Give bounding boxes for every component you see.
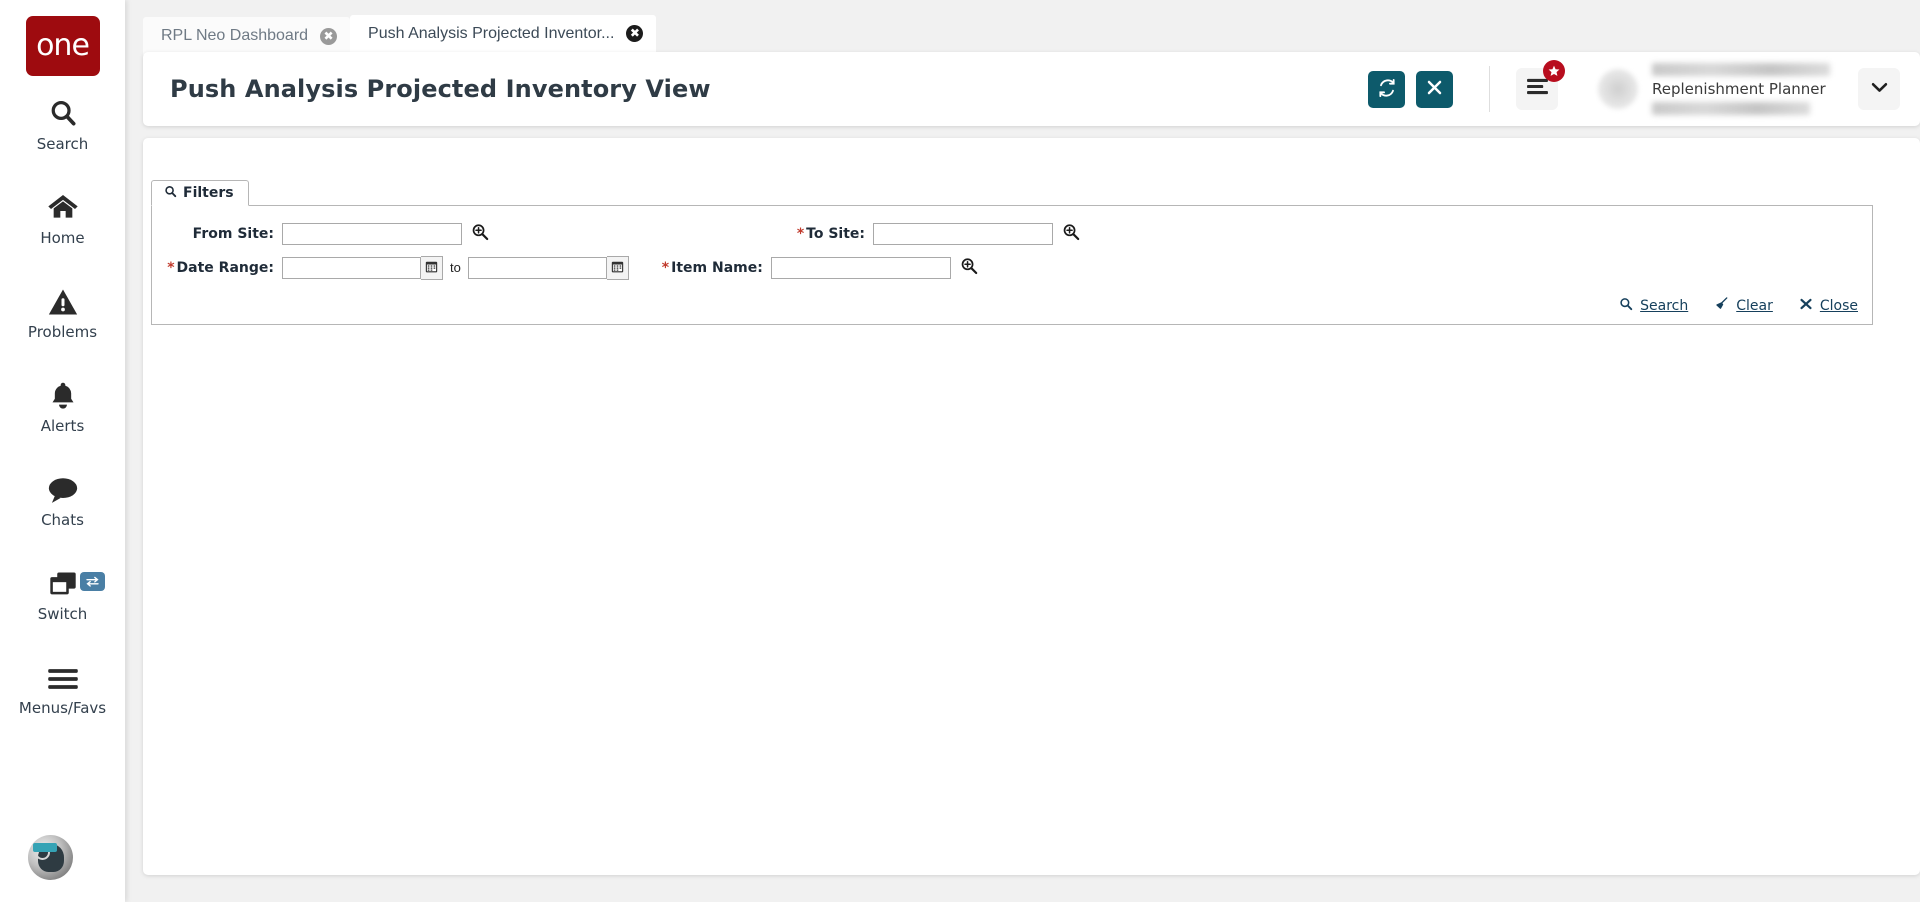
bell-icon xyxy=(49,376,77,410)
brand-logo[interactable]: one xyxy=(25,16,100,76)
x-icon xyxy=(1426,79,1443,99)
windows-stack-icon xyxy=(48,564,78,598)
refresh-icon xyxy=(1377,78,1397,101)
close-link-label: Close xyxy=(1819,298,1858,314)
chat-bubble-icon xyxy=(47,470,79,504)
filter-actions: Search Clear Close xyxy=(1619,296,1858,316)
date-range-to-input[interactable] xyxy=(467,256,607,279)
warning-triangle-icon xyxy=(48,282,78,316)
user-name-redacted xyxy=(1652,63,1830,76)
star-icon xyxy=(1543,60,1565,82)
sidebar-item-label: Home xyxy=(40,228,85,247)
avatar xyxy=(1598,69,1638,109)
required-marker: * xyxy=(796,225,805,242)
item-name-lookup-button[interactable] xyxy=(960,257,978,278)
sidebar-item-label: Search xyxy=(36,134,89,153)
filter-row-2: * Date Range: to * Item Name: xyxy=(152,253,1872,282)
required-marker: * xyxy=(167,259,175,276)
sidebar-item-label: Menus/Favs xyxy=(18,698,107,717)
date-range-from-input[interactable] xyxy=(282,256,421,279)
sidebar-item-problems[interactable]: Problems xyxy=(0,264,125,358)
search-link[interactable]: Search xyxy=(1619,297,1688,316)
sidebar-item-alerts[interactable]: Alerts xyxy=(0,358,125,452)
application-root: one Search Home Problems Alerts Chats Sw… xyxy=(0,0,1920,902)
sidebar-item-search[interactable]: Search xyxy=(0,76,125,170)
close-circle-icon[interactable]: ✖ xyxy=(626,25,644,42)
page-title: Push Analysis Projected Inventory View xyxy=(170,75,711,103)
home-icon xyxy=(47,188,79,222)
user-menu-toggle[interactable] xyxy=(1858,68,1900,110)
search-icon xyxy=(1619,297,1633,316)
to-site-input[interactable] xyxy=(873,222,1053,245)
close-view-button[interactable] xyxy=(1416,70,1453,108)
hamburger-menu-icon xyxy=(1526,77,1549,101)
tab-label: Push Analysis Projected Inventor... xyxy=(368,24,615,42)
brand-logo-text: one xyxy=(36,28,90,63)
clear-link[interactable]: Clear xyxy=(1714,296,1773,316)
page-header: Push Analysis Projected Inventory View R… xyxy=(143,52,1920,126)
x-icon xyxy=(1799,297,1813,316)
main-region: RPL Neo Dashboard ✖ Push Analysis Projec… xyxy=(125,0,1920,902)
user-text-block: Replenishment Planner xyxy=(1652,63,1834,115)
content-card: Filters From Site: * To Site: * Date Ran… xyxy=(143,138,1920,875)
search-icon xyxy=(48,94,78,128)
from-site-lookup-button[interactable] xyxy=(471,223,489,244)
user-role: Replenishment Planner xyxy=(1652,80,1826,98)
magnifier-plus-icon xyxy=(471,223,489,244)
tab-label: RPL Neo Dashboard xyxy=(161,27,309,44)
date-range-label: * Date Range: xyxy=(167,259,274,276)
to-site-lookup-button[interactable] xyxy=(1062,223,1080,244)
item-name-input[interactable] xyxy=(770,256,951,279)
assistant-avatar-icon[interactable] xyxy=(28,835,73,880)
sidebar-item-home[interactable]: Home xyxy=(0,170,125,264)
sidebar-item-switch[interactable]: Switch xyxy=(0,546,125,640)
tab-filters[interactable]: Filters xyxy=(151,180,249,206)
sidebar-item-label: Chats xyxy=(41,510,84,529)
sidebar-item-label: Problems xyxy=(27,322,98,341)
magnifier-plus-icon xyxy=(1062,223,1080,244)
from-site-label: From Site: xyxy=(192,225,274,242)
filters-tab-row: Filters xyxy=(151,180,1873,206)
swap-arrows-icon[interactable] xyxy=(80,572,105,591)
calendar-icon xyxy=(611,260,624,276)
required-marker: * xyxy=(661,259,670,276)
left-sidebar: one Search Home Problems Alerts Chats Sw… xyxy=(0,0,125,902)
date-range-to-calendar-button[interactable] xyxy=(606,255,629,280)
filter-row-1: From Site: * To Site: xyxy=(152,219,1872,248)
date-range-separator: to xyxy=(450,260,461,275)
hamburger-icon xyxy=(47,658,79,692)
header-divider xyxy=(1489,66,1490,112)
tab-push-analysis-projected-inventory[interactable]: Push Analysis Projected Inventor... ✖ xyxy=(350,15,657,55)
date-range-from-calendar-button[interactable] xyxy=(421,255,443,280)
filters-panel: Filters From Site: * To Site: * Date Ran… xyxy=(151,180,1873,325)
user-profile[interactable]: Replenishment Planner xyxy=(1598,63,1900,115)
refresh-button[interactable] xyxy=(1368,70,1405,108)
close-circle-icon[interactable]: ✖ xyxy=(320,27,338,45)
magnifier-plus-icon xyxy=(960,257,978,278)
chevron-down-icon xyxy=(1871,80,1888,98)
filters-body: From Site: * To Site: * Date Range: to *… xyxy=(151,206,1873,325)
item-name-label: * Item Name: xyxy=(661,259,763,276)
user-detail-redacted xyxy=(1652,102,1810,115)
search-link-label: Search xyxy=(1640,298,1689,314)
menu-favorites-button[interactable] xyxy=(1516,60,1565,110)
sidebar-item-label: Switch xyxy=(37,604,88,623)
sidebar-item-label: Alerts xyxy=(40,416,85,435)
tab-strip: RPL Neo Dashboard ✖ Push Analysis Projec… xyxy=(125,0,1920,55)
calendar-icon xyxy=(425,260,438,276)
from-site-input[interactable] xyxy=(282,222,462,245)
sidebar-item-menus-favs[interactable]: Menus/Favs xyxy=(0,640,125,734)
close-link[interactable]: Close xyxy=(1799,297,1858,316)
to-site-label: * To Site: xyxy=(796,225,865,242)
clear-link-label: Clear xyxy=(1736,298,1773,314)
sidebar-item-chats[interactable]: Chats xyxy=(0,452,125,546)
filters-tab-label: Filters xyxy=(183,185,234,201)
broom-icon xyxy=(1714,296,1729,316)
search-icon xyxy=(164,185,177,202)
tab-rpl-neo-dashboard[interactable]: RPL Neo Dashboard ✖ xyxy=(143,17,351,55)
